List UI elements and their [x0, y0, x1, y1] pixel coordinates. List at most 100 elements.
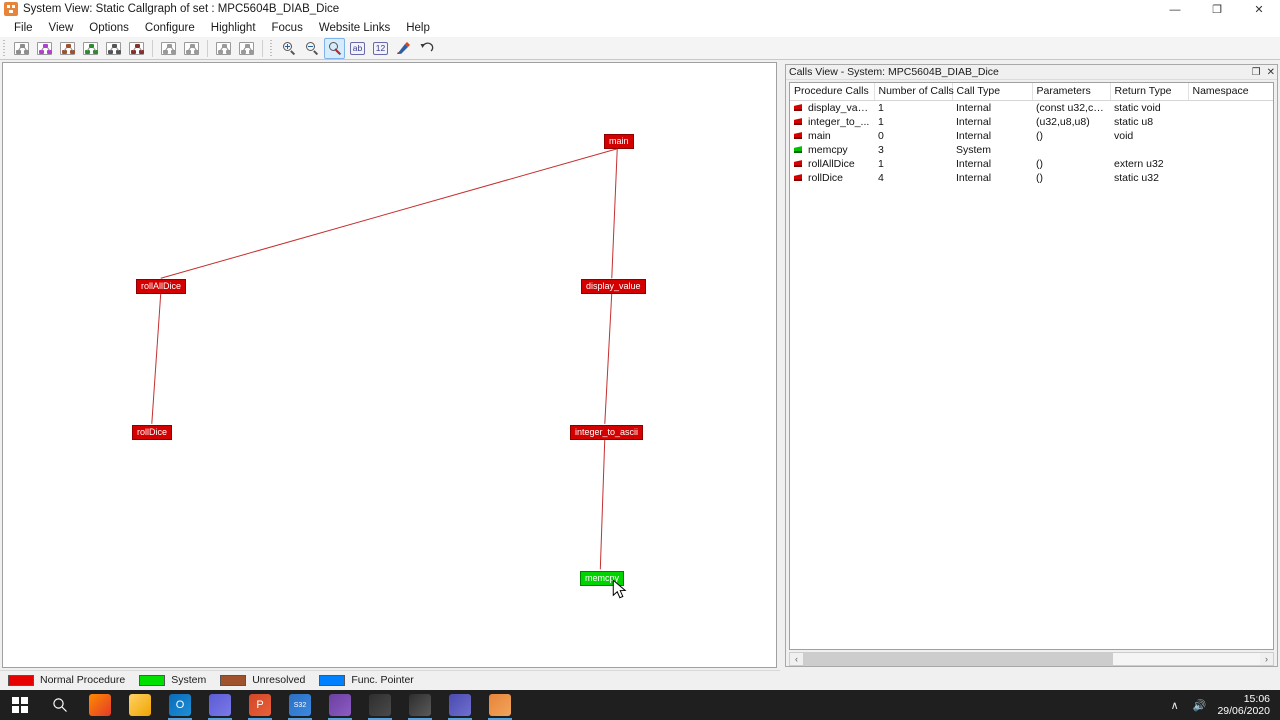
start-button[interactable] — [0, 690, 40, 720]
highlight-pen-icon[interactable] — [393, 38, 414, 59]
callgraph-dark-icon[interactable] — [103, 38, 124, 59]
cell-call-type: Internal — [956, 158, 992, 170]
tree-compact-icon[interactable] — [236, 38, 257, 59]
taskbar-app-dark[interactable] — [360, 690, 400, 720]
calls-view-horizontal-scrollbar[interactable]: ‹ › — [789, 652, 1274, 666]
menu-item-help[interactable]: Help — [398, 19, 438, 37]
scrollbar-track[interactable] — [803, 653, 1260, 665]
main-toolbar: ab 12 — [0, 37, 1280, 60]
callgraph-canvas[interactable]: main rollAllDice display_value rollDice inte… — [2, 62, 777, 668]
menu-item-highlight[interactable]: Highlight — [203, 19, 264, 37]
callgraph-purple-icon[interactable] — [34, 38, 55, 59]
label-number-icon[interactable]: 12 — [370, 38, 391, 59]
graph-node-main[interactable]: main — [604, 134, 634, 149]
procedure-name: display_value — [808, 102, 872, 114]
menu-item-website-links[interactable]: Website Links — [311, 19, 398, 37]
taskbar-s32ds-icon: S32 — [289, 694, 311, 716]
calls-view-restore-icon[interactable]: ❐ — [1252, 67, 1261, 78]
legend-bar: Normal Procedure System Unresolved Func.… — [0, 670, 780, 689]
menu-item-options[interactable]: Options — [81, 19, 137, 37]
tree-layout-icon[interactable] — [213, 38, 234, 59]
taskbar-outlook[interactable]: O — [160, 690, 200, 720]
cell-parameters: (const u32,cons... — [1036, 102, 1110, 114]
taskbar-app-blue-icon — [209, 694, 231, 716]
graph-glyph — [106, 41, 121, 55]
calls-view-table-container[interactable]: Procedure Calls Number of Calls Call Typ… — [789, 82, 1274, 650]
column-header-parameters[interactable]: Parameters — [1032, 83, 1111, 101]
column-header-number-of-calls[interactable]: Number of Calls — [874, 83, 954, 101]
taskbar-outlook-icon: O — [169, 694, 191, 716]
column-header-procedure-calls[interactable]: Procedure Calls — [790, 83, 875, 101]
undo-icon[interactable] — [416, 38, 437, 59]
menu-item-configure[interactable]: Configure — [137, 19, 203, 37]
graph-node-display_value[interactable]: display_value — [581, 279, 646, 294]
calls-table: Procedure Calls Number of Calls Call Typ… — [790, 83, 1273, 185]
taskbar-callgraph[interactable] — [480, 690, 520, 720]
graph-glyph — [14, 41, 29, 55]
close-button[interactable]: ✕ — [1238, 0, 1280, 19]
callgraph-mixed-icon[interactable] — [126, 38, 147, 59]
menu-item-view[interactable]: View — [41, 19, 82, 37]
minimize-button[interactable]: — — [1154, 0, 1196, 19]
callgraph-brown-icon[interactable] — [57, 38, 78, 59]
column-header-return-type[interactable]: Return Type — [1110, 83, 1189, 101]
taskbar-app-dark2[interactable] — [400, 690, 440, 720]
callgraph-green-icon[interactable] — [80, 38, 101, 59]
cell-return-type: void — [1114, 130, 1134, 142]
calls-view-close-icon[interactable]: ✕ — [1267, 67, 1275, 78]
table-row[interactable]: main 0 Internal () void — [790, 129, 1273, 143]
scroll-right-arrow[interactable]: › — [1260, 653, 1273, 665]
maximize-button[interactable]: ❐ — [1196, 0, 1238, 19]
menu-item-file[interactable]: File — [6, 19, 41, 37]
column-header-call-type[interactable]: Call Type — [952, 83, 1033, 101]
table-row[interactable]: rollAllDice 1 Internal () extern u32 — [790, 157, 1273, 171]
cell-procedure-calls: memcpy — [790, 143, 874, 157]
table-row[interactable]: display_value 1 Internal (const u32,cons...… — [790, 101, 1273, 116]
taskbar-app-blue[interactable] — [200, 690, 240, 720]
menu-item-focus[interactable]: Focus — [264, 19, 311, 37]
taskbar-s32ds[interactable]: S32 — [280, 690, 320, 720]
taskbar-firefox[interactable] — [80, 690, 120, 720]
magnifier-glyph — [328, 41, 342, 55]
taskbar-powerpoint[interactable]: P — [240, 690, 280, 720]
cell-return-type: static void — [1114, 102, 1161, 114]
zoom-out-icon[interactable] — [301, 38, 322, 59]
tray-volume-icon[interactable]: 🔊 — [1193, 699, 1207, 712]
legend-swatch-normal-procedure — [8, 674, 34, 686]
toolbar-grip-2[interactable] — [269, 39, 275, 57]
toolbar-grip-1[interactable] — [2, 39, 8, 57]
calls-table-header-row: Procedure Calls Number of Calls Call Typ… — [790, 83, 1273, 101]
graph-node-rollAllDice[interactable]: rollAllDice — [136, 279, 187, 294]
taskbar-clock[interactable]: 15:06 29/06/2020 — [1217, 693, 1270, 717]
column-header-namespace[interactable]: Namespace — [1188, 83, 1273, 101]
tray-chevron-icon[interactable]: ∧ — [1171, 699, 1179, 712]
scroll-left-arrow[interactable]: ‹ — [790, 653, 803, 665]
desktop-root: System View: Static Callgraph of set : M… — [0, 0, 1280, 720]
cell-call-type: System — [956, 144, 992, 156]
scrollbar-thumb[interactable] — [803, 653, 1113, 665]
graph-node-memcpy[interactable]: memcpy — [580, 571, 625, 586]
label-text-icon[interactable]: ab — [347, 38, 368, 59]
procedure-name: memcpy — [808, 144, 848, 156]
toolbar-separator — [207, 39, 208, 57]
graph-glyph — [216, 41, 231, 55]
graph-node-rollDice[interactable]: rollDice — [132, 425, 173, 440]
window-titlebar: System View: Static Callgraph of set : M… — [0, 0, 1280, 19]
tree-collapse-icon[interactable] — [181, 38, 202, 59]
taskbar-settings[interactable] — [440, 690, 480, 720]
procedure-name: rollAllDice — [808, 158, 855, 170]
taskbar-explorer[interactable] — [120, 690, 160, 720]
table-row[interactable]: integer_to_... 1 Internal (u32,u8,u8) static… — [790, 115, 1273, 129]
table-row[interactable]: memcpy 3 System — [790, 143, 1273, 157]
table-row[interactable]: rollDice 4 Internal () static u32 — [790, 171, 1273, 185]
zoom-in-icon[interactable] — [278, 38, 299, 59]
taskbar-app-violet[interactable] — [320, 690, 360, 720]
zoom-select-icon[interactable] — [324, 37, 345, 59]
tree-expand-icon[interactable] — [158, 38, 179, 59]
procedure-name: integer_to_... — [808, 116, 870, 128]
graph-node-integer_to_ascii[interactable]: integer_to_ascii — [570, 425, 644, 440]
callgraph-default-icon[interactable] — [11, 38, 32, 59]
cell-number-of-calls: 1 — [878, 158, 884, 170]
taskbar-search-button[interactable] — [40, 690, 80, 720]
system-tray: ∧ 🔊 15:06 29/06/2020 — [1164, 690, 1280, 720]
